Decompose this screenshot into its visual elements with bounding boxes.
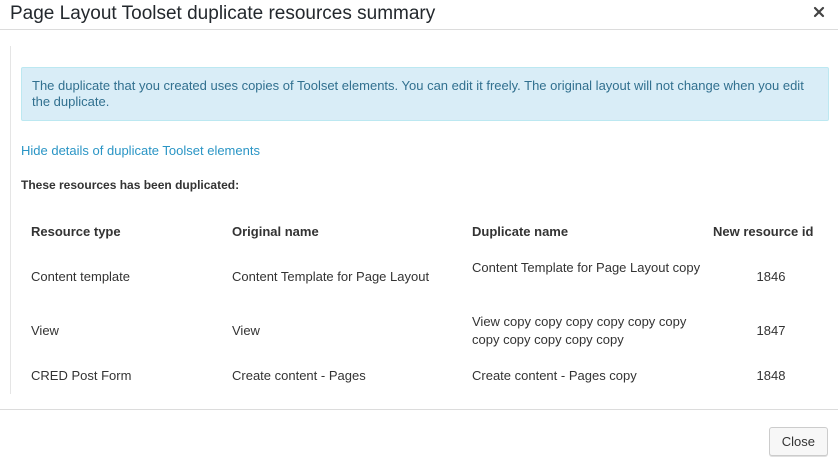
dialog-footer: Close <box>0 409 838 464</box>
header-duplicate-name: Duplicate name <box>472 224 569 239</box>
cell-new-resource-id: 1846 <box>756 269 786 284</box>
cell-duplicate-name: Content Template for Page Layout copy <box>472 260 701 275</box>
dialog-titlebar: Page Layout Toolset duplicate resources … <box>0 0 838 30</box>
header-original-name: Original name <box>232 224 319 239</box>
cell-duplicate-name: View copy copy copy copy copy copy copy … <box>472 314 687 347</box>
info-notice: The duplicate that you created uses copi… <box>21 67 829 121</box>
cell-original-name: Content Template for Page Layout <box>232 269 430 284</box>
cell-duplicate-name: Create content - Pages copy <box>472 368 637 383</box>
cell-resource-type: CRED Post Form <box>31 368 132 383</box>
dialog-content: The duplicate that you created uses copi… <box>10 46 838 394</box>
section-heading: These resources has been duplicated: <box>21 178 240 192</box>
cell-resource-type: Content template <box>31 269 131 284</box>
header-new-resource-id: New resource id <box>713 224 814 239</box>
cell-original-name: View <box>232 323 260 338</box>
cell-new-resource-id: 1847 <box>756 323 786 338</box>
close-icon[interactable] <box>812 5 826 19</box>
header-resource-type: Resource type <box>31 224 121 239</box>
close-button[interactable]: Close <box>768 427 828 456</box>
cell-resource-type: View <box>31 323 59 338</box>
hide-details-link[interactable]: Hide details of duplicate Toolset elemen… <box>21 143 260 158</box>
cell-new-resource-id: 1848 <box>756 368 786 383</box>
dialog-title: Page Layout Toolset duplicate resources … <box>10 3 436 24</box>
cell-original-name: Create content - Pages <box>232 368 366 383</box>
duplicate-summary-dialog: Page Layout Toolset duplicate resources … <box>0 0 838 464</box>
